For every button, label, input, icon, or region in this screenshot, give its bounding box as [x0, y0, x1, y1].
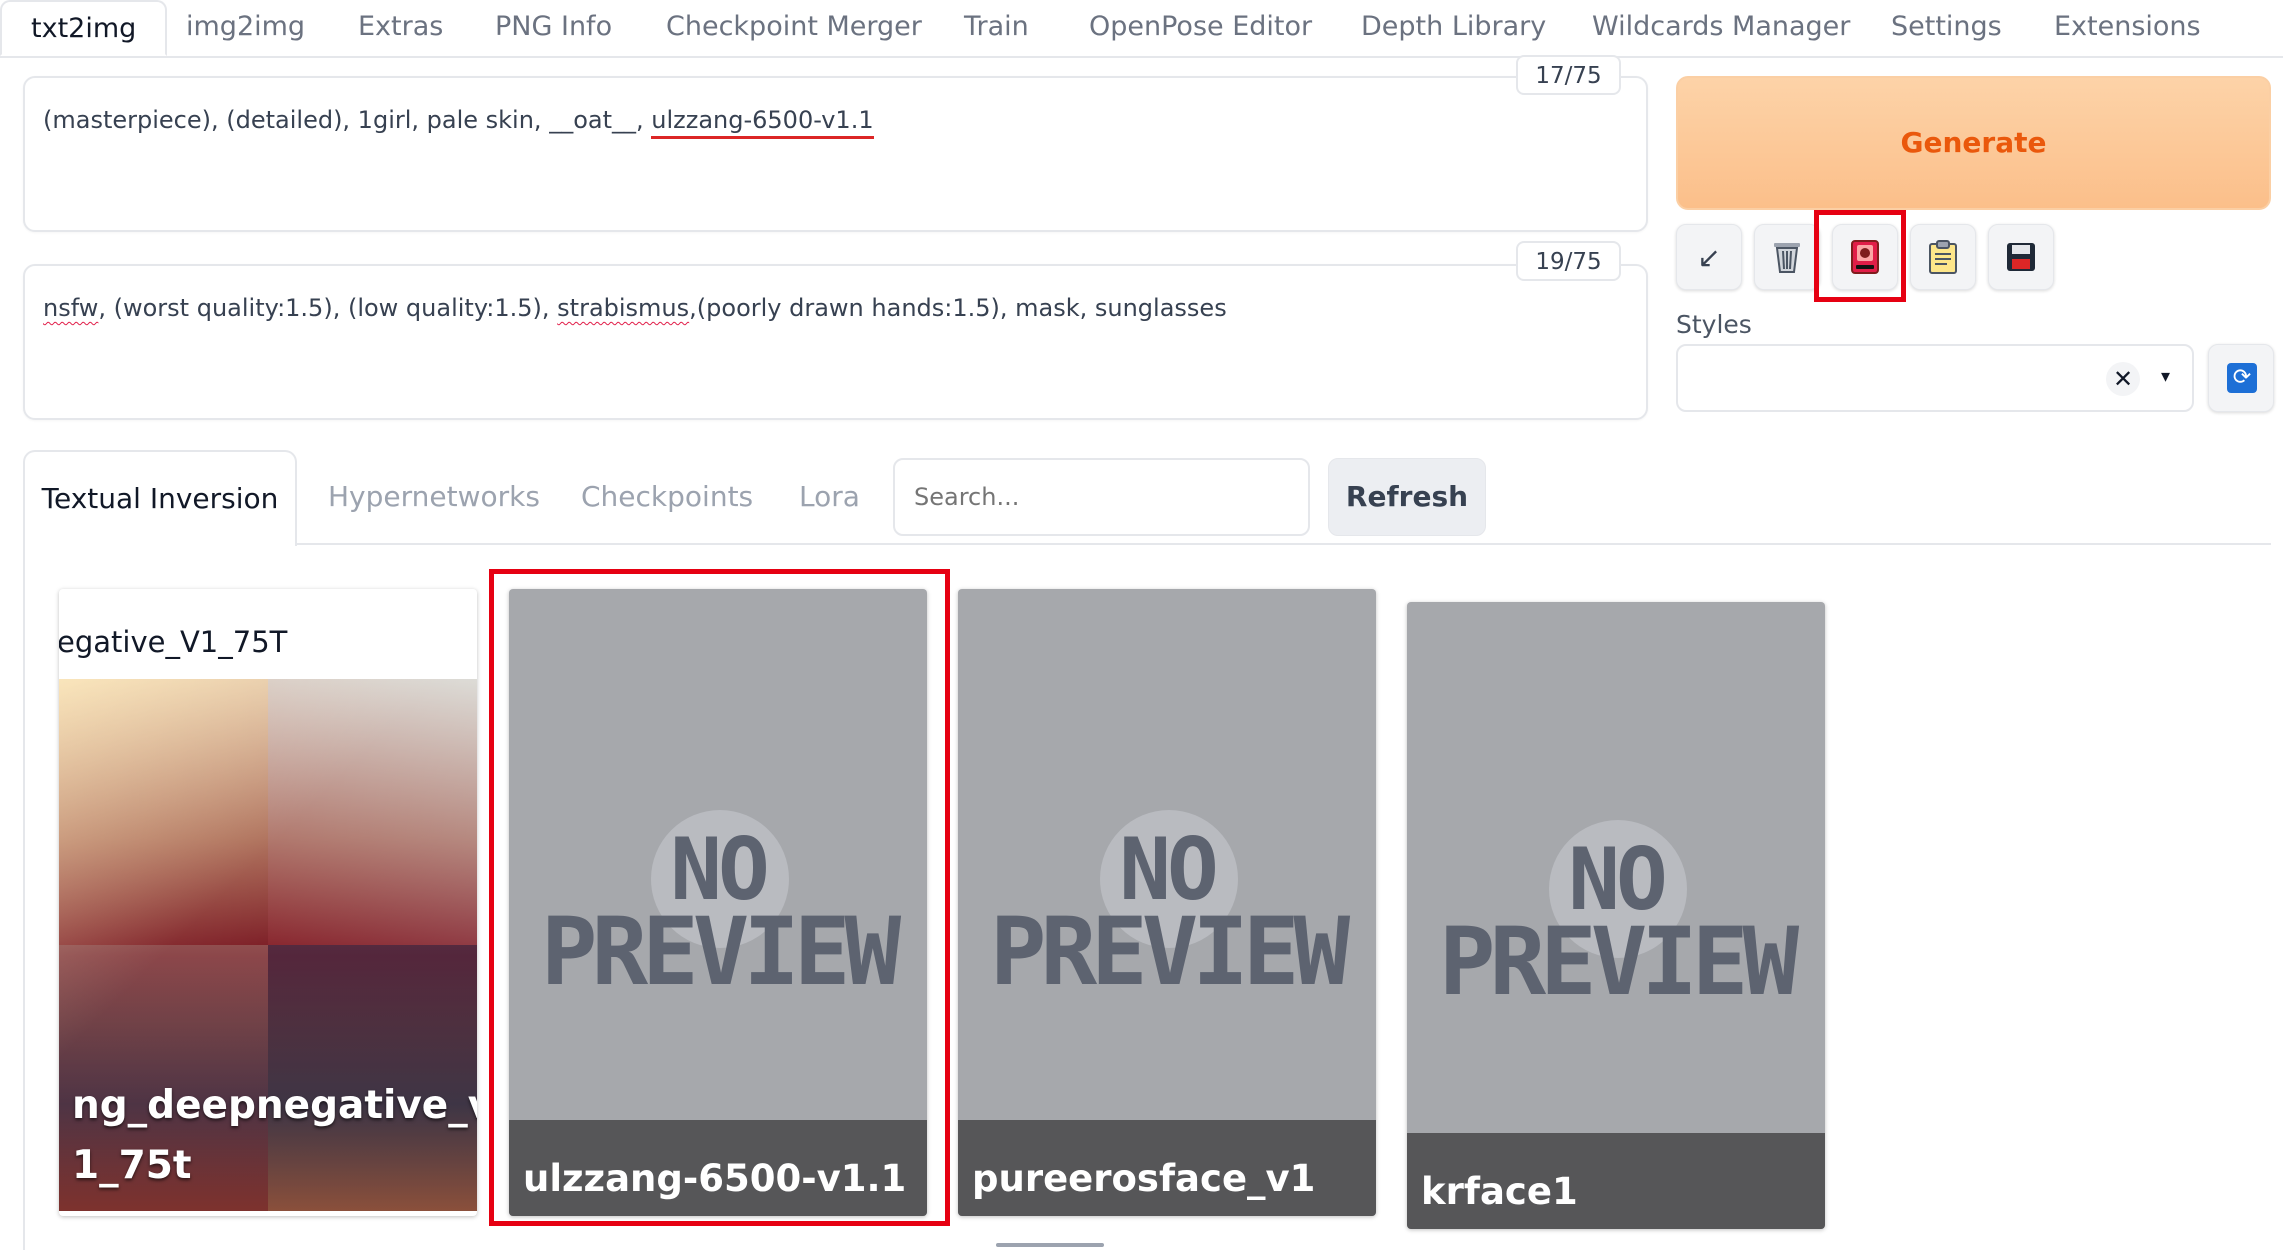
embedding-card[interactable]: NO PREVIEW pureerosface_v1: [958, 589, 1376, 1216]
embedding-card[interactable]: NO PREVIEW krface1: [1407, 602, 1825, 1229]
negative-prompt-textarea[interactable]: nsfw, (worst quality:1.5), (low quality:…: [23, 264, 1648, 420]
negative-prompt-segment: strabismus: [557, 294, 690, 322]
apply-styles-button[interactable]: [1910, 224, 1976, 290]
clear-prompt-button[interactable]: [1754, 224, 1820, 290]
tab-png-info[interactable]: PNG Info: [495, 0, 612, 56]
tab-checkpoints[interactable]: Checkpoints: [581, 450, 753, 546]
refresh-styles-button[interactable]: ⟳: [2208, 344, 2274, 412]
negative-prompt-text: nsfw, (worst quality:1.5), (low quality:…: [43, 294, 1227, 322]
card-name-line1: ng_deepnegative_v: [72, 1083, 477, 1128]
card-name-line2: 1_75t: [72, 1143, 192, 1188]
save-icon: [2007, 243, 2035, 271]
resize-handle[interactable]: [996, 1243, 1104, 1247]
tab-depth-library[interactable]: Depth Library: [1361, 0, 1546, 56]
main-tab-bar: txt2img img2img Extras PNG Info Checkpoi…: [0, 0, 2283, 58]
negative-prompt-segment: , (worst quality:1.5), (low quality:1.5)…: [98, 294, 558, 322]
tab-textual-inversion[interactable]: Textual Inversion: [23, 450, 297, 546]
arrow-icon: ↙: [1697, 240, 1721, 274]
prompt-embedding-token: ulzzang-6500-v1.1: [651, 106, 874, 139]
negative-prompt-segment: nsfw: [43, 294, 99, 322]
clear-styles-icon[interactable]: ✕: [2106, 362, 2140, 396]
embedding-card[interactable]: egative_V1_75T ng_deepnegative_v 1_75t: [59, 589, 477, 1216]
card-name: pureerosface_v1: [972, 1157, 1316, 1200]
refresh-icon: ⟳: [2227, 363, 2257, 393]
styles-label: Styles: [1676, 310, 1752, 339]
tab-img2img[interactable]: img2img: [186, 0, 305, 56]
search-input[interactable]: [893, 458, 1310, 536]
preview-image: [59, 679, 477, 1211]
tab-train[interactable]: Train: [964, 0, 1029, 56]
negative-prompt-token-counter: 19/75: [1516, 241, 1621, 281]
prompt-text: (masterpiece), (detailed), 1girl, pale s…: [43, 106, 874, 139]
clipboard-icon: [1929, 240, 1957, 274]
generate-button[interactable]: Generate: [1676, 76, 2271, 210]
chevron-down-icon[interactable]: ▾: [2161, 366, 2170, 387]
tab-wildcards-manager[interactable]: Wildcards Manager: [1592, 0, 1850, 56]
highlight-ulzzang-card: [489, 569, 950, 1226]
negative-prompt-segment: ,(poorly drawn hands:1.5), mask, sunglas…: [689, 294, 1227, 322]
prompt-text-segment: (masterpiece), (detailed), 1girl, pale s…: [43, 106, 652, 134]
trash-icon: [1774, 243, 1800, 273]
read-params-button[interactable]: ↙: [1676, 224, 1742, 290]
tab-txt2img[interactable]: txt2img: [0, 0, 168, 56]
card-name: krface1: [1421, 1170, 1578, 1213]
card-header-text: egative_V1_75T: [59, 625, 288, 659]
tab-checkpoint-merger[interactable]: Checkpoint Merger: [666, 0, 922, 56]
tab-extras[interactable]: Extras: [358, 0, 443, 56]
tab-lora[interactable]: Lora: [799, 450, 860, 546]
prompt-token-counter: 17/75: [1516, 55, 1621, 95]
styles-dropdown[interactable]: ✕ ▾: [1676, 344, 2194, 412]
tab-hypernetworks[interactable]: Hypernetworks: [328, 450, 540, 546]
prompt-textarea[interactable]: (masterpiece), (detailed), 1girl, pale s…: [23, 76, 1648, 232]
refresh-button[interactable]: Refresh: [1328, 458, 1486, 536]
tab-extensions[interactable]: Extensions: [2054, 0, 2201, 56]
tab-settings[interactable]: Settings: [1891, 0, 2002, 56]
no-preview-text: PREVIEW: [1438, 908, 1799, 1017]
save-style-button[interactable]: [1988, 224, 2054, 290]
highlight-extra-networks-button: [1814, 210, 1906, 302]
tab-openpose-editor[interactable]: OpenPose Editor: [1089, 0, 1312, 56]
no-preview-text: PREVIEW: [989, 898, 1350, 1007]
